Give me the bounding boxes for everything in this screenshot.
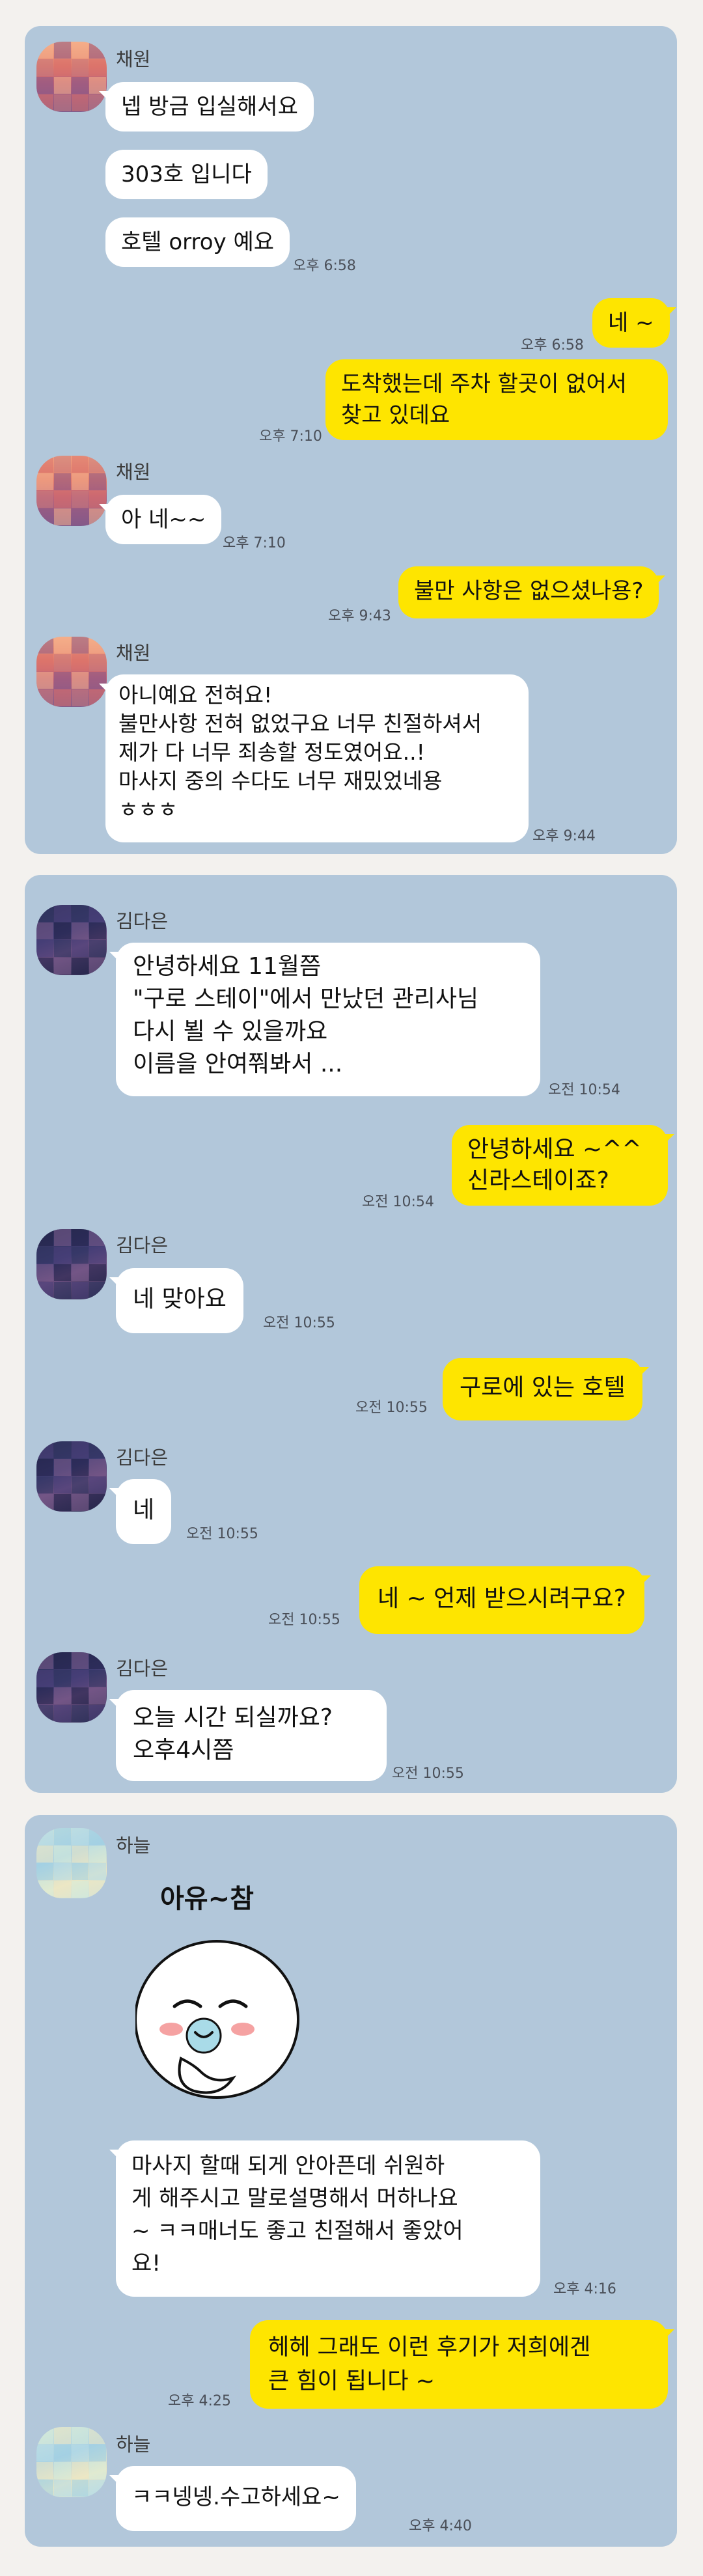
avatar[interactable] bbox=[36, 637, 107, 707]
avatar[interactable] bbox=[36, 2427, 107, 2497]
sticker-character-icon bbox=[135, 1940, 299, 2099]
message-time: 오후 9:43 bbox=[328, 608, 391, 624]
message-time: 오후 4:40 bbox=[409, 2518, 472, 2534]
chat-panel-1: 채원 넵 방금 입실해서요 303호 입니다 호텔 orroy 예요 오후 6:… bbox=[25, 26, 677, 854]
message-bubble[interactable]: 오늘 시간 되실까요? 오후4시쯤 bbox=[109, 1690, 387, 1781]
message-time: 오후 4:25 bbox=[168, 2393, 231, 2409]
message-bubble[interactable]: 아 네~~ bbox=[98, 495, 222, 544]
message-time: 오후 9:44 bbox=[532, 828, 596, 844]
sender-name: 김다은 bbox=[116, 1657, 169, 1680]
sender-name: 채원 bbox=[116, 461, 151, 483]
message-bubble-me[interactable]: 불만 사항은 없으셨나용? bbox=[398, 566, 666, 618]
message-time: 오후 7:10 bbox=[259, 428, 322, 445]
sender-name: 하늘 bbox=[116, 2433, 151, 2456]
message-bubble-me[interactable]: 네 ~ 언제 받으시려구요? bbox=[359, 1566, 651, 1634]
message-bubble[interactable]: 넵 방금 입실해서요 bbox=[99, 82, 314, 132]
message-bubble-me[interactable]: 안녕하세요 ~^^ 신라스테이죠? bbox=[452, 1125, 674, 1206]
message-time: 오전 10:55 bbox=[268, 1612, 340, 1628]
avatar[interactable] bbox=[36, 1652, 107, 1723]
message-time: 오전 10:55 bbox=[392, 1766, 464, 1782]
sender-name: 채원 bbox=[116, 48, 151, 70]
sender-name: 김다은 bbox=[116, 1234, 169, 1256]
message-bubble-me[interactable]: 헤헤 그래도 이런 후기가 저희에겐 큰 힘이 됩니다 ~ bbox=[250, 2320, 674, 2409]
message-time: 오후 4:16 bbox=[553, 2281, 616, 2297]
message-time: 오전 10:55 bbox=[355, 1400, 428, 1416]
message-bubble[interactable]: ㅋㅋ넹넹.수고하세요~ bbox=[109, 2466, 356, 2531]
message-time: 오후 7:10 bbox=[223, 535, 286, 551]
avatar[interactable] bbox=[36, 1828, 107, 1898]
message-bubble[interactable]: 네 맞아요 bbox=[109, 1268, 243, 1333]
message-time: 오전 10:55 bbox=[186, 1526, 258, 1542]
message-time: 오후 6:58 bbox=[293, 258, 356, 274]
sender-name: 김다은 bbox=[116, 910, 169, 932]
avatar[interactable] bbox=[36, 1229, 107, 1299]
message-time: 오후 6:58 bbox=[521, 337, 584, 353]
sticker[interactable]: 아유~참 bbox=[135, 1877, 331, 2151]
message-bubble[interactable]: 아니예요 전혀요! 불만사항 전혀 없었구요 너무 친절하셔서 제가 다 너무 … bbox=[99, 674, 529, 842]
message-bubble[interactable]: 호텔 orroy 예요 bbox=[105, 217, 290, 267]
sticker-caption: 아유~참 bbox=[160, 1884, 254, 1914]
message-bubble[interactable]: 303호 입니다 bbox=[105, 150, 268, 199]
message-bubble-me[interactable]: 구로에 있는 호텔 bbox=[443, 1358, 649, 1420]
message-bubble-me[interactable]: 도착했는데 주차 할곳이 없어서 찾고 있데요 bbox=[325, 359, 668, 440]
message-bubble[interactable]: 안녕하세요 11월쯤 "구로 스테이"에서 만났던 관리사님 다시 뵐 수 있을… bbox=[109, 943, 540, 1096]
sender-name: 김다은 bbox=[116, 1447, 169, 1469]
message-bubble[interactable]: 마사지 할때 되게 안아픈데 쉬원하 게 해주시고 말로설명해서 머하나요 ~ … bbox=[109, 2140, 540, 2297]
avatar[interactable] bbox=[36, 456, 107, 526]
avatar[interactable] bbox=[36, 1441, 107, 1512]
sender-name: 채원 bbox=[116, 642, 151, 664]
avatar[interactable] bbox=[36, 905, 107, 975]
message-time: 오전 10:54 bbox=[548, 1082, 620, 1098]
chat-panel-2: 김다은 안녕하세요 11월쯤 "구로 스테이"에서 만났던 관리사님 다시 뵐 … bbox=[25, 875, 677, 1793]
message-bubble[interactable]: 네 bbox=[109, 1479, 172, 1544]
message-time: 오전 10:54 bbox=[362, 1194, 434, 1210]
chat-panel-3: 하늘 아유~참 마사지 할때 되게 안아픈데 쉬원하 게 해주시고 말로설명해서… bbox=[25, 1815, 677, 2547]
avatar[interactable] bbox=[36, 42, 107, 112]
message-bubble-me[interactable]: 네 ~ bbox=[592, 298, 676, 348]
message-time: 오전 10:55 bbox=[263, 1315, 335, 1331]
sender-name: 하늘 bbox=[116, 1835, 151, 1857]
